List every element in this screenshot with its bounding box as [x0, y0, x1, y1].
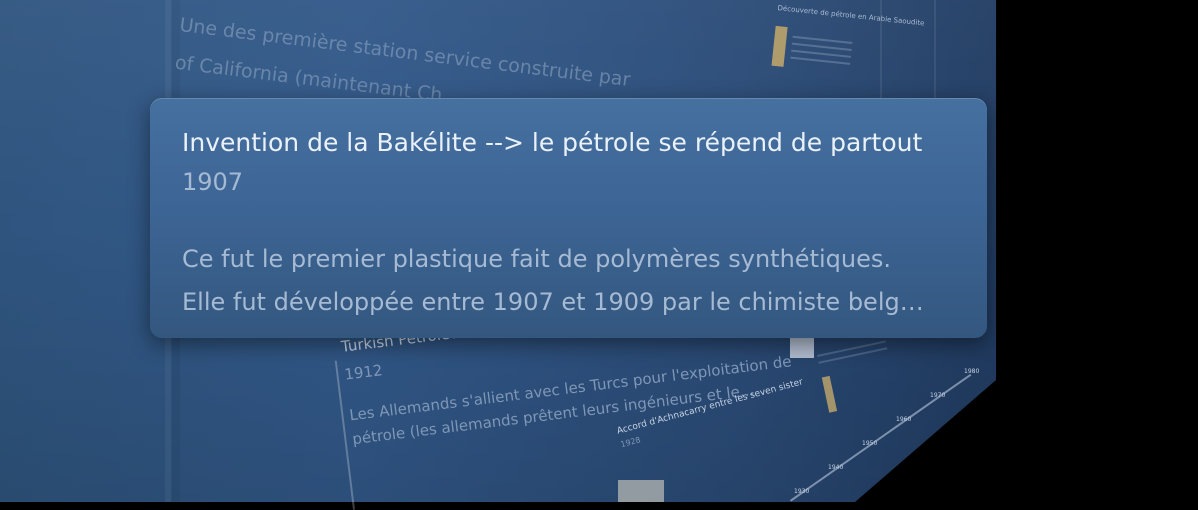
event-date: 1907: [182, 168, 244, 196]
event-thumbnail: [618, 480, 664, 502]
tick-label: 1980: [964, 368, 980, 375]
black-void: [988, 0, 1198, 502]
timeline-axis: 1930 1940 1950 1960 1970 1980: [790, 350, 1000, 502]
background-event-arabia[interactable]: Découverte de pétrole en Arabie Saoudite: [771, 4, 925, 77]
event-description: Ce fut le premier plastique fait de poly…: [182, 238, 977, 324]
event-description-line: Elle fut développée entre 1907 et 1909 p…: [182, 288, 924, 316]
tick-label: 1970: [930, 392, 946, 399]
tick-label: 1940: [828, 464, 844, 471]
event-detail-popup[interactable]: Invention de la Bakélite --> le pétrole …: [150, 98, 987, 338]
tick-label: 1930: [794, 488, 810, 495]
event-title: Invention de la Bakélite --> le pétrole …: [182, 128, 923, 157]
tick-label: 1960: [896, 416, 912, 423]
event-description-line: Ce fut le premier plastique fait de poly…: [182, 245, 891, 273]
event-text-lines: [790, 35, 853, 70]
tick-label: 1950: [862, 440, 878, 447]
